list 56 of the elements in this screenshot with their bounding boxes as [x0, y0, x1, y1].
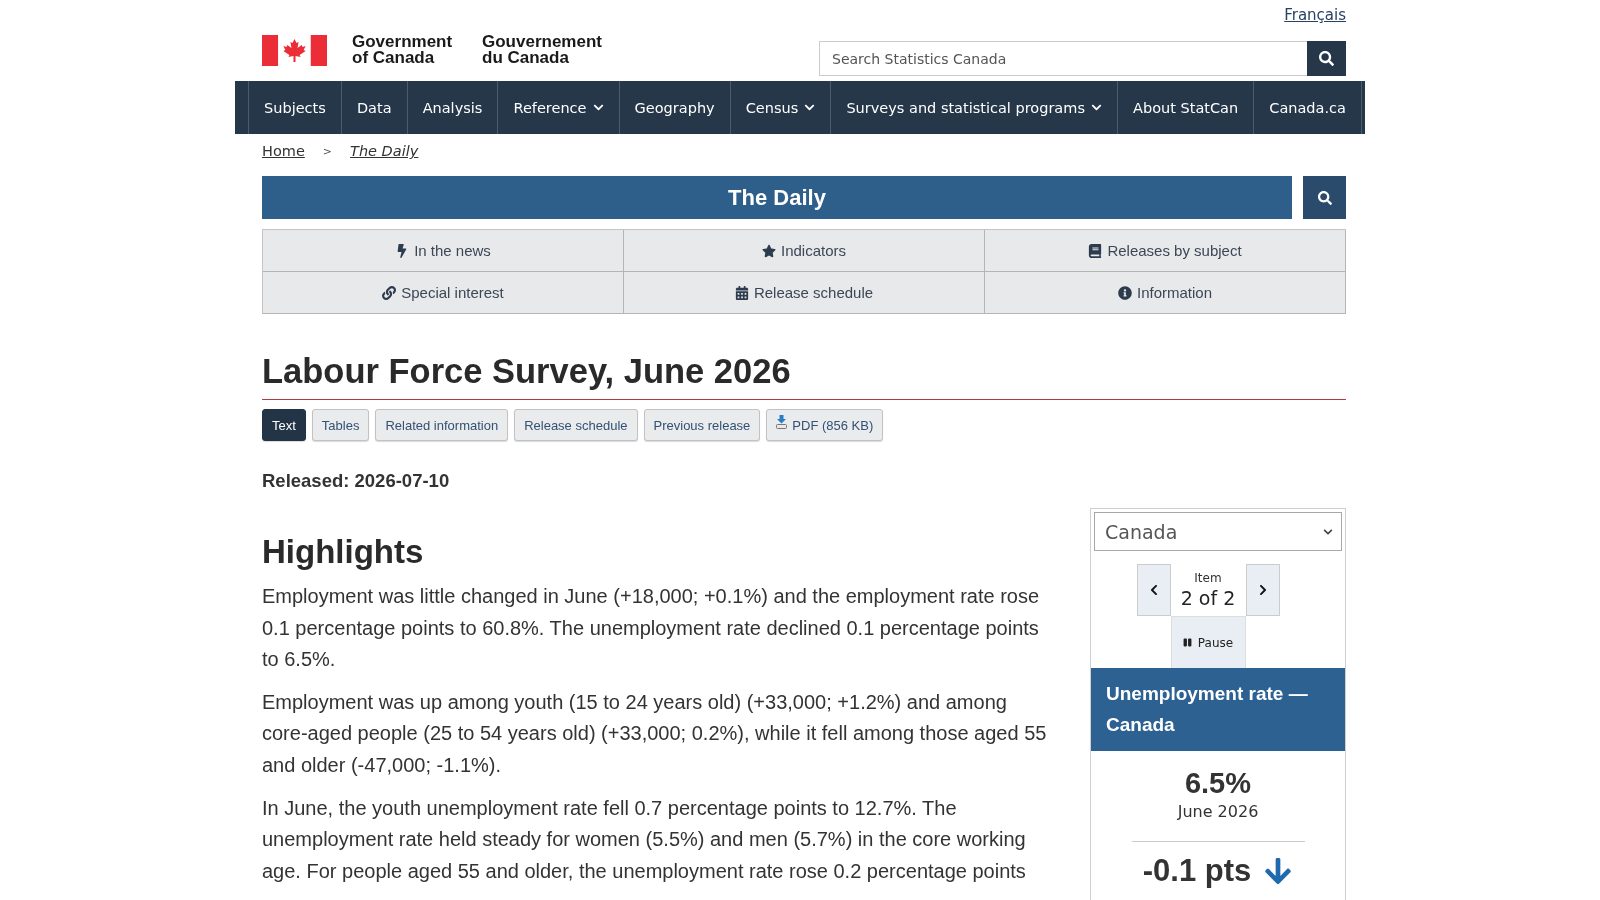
carousel-label: Item [1194, 571, 1222, 585]
highlight-paragraph: In June, the youth unemployment rate fell 0.7 percentage points to 12.7%. The unemployment rate held steady for women (5.5%) and men (5.7%) in the core working age. For people aged 55 and older, the unemployment rate rose 0.2 percentage points [262, 795, 1027, 884]
document-tab[interactable]: Previous release [643, 409, 761, 441]
link-icon [382, 285, 397, 300]
daily-menu-link[interactable]: In the news [263, 230, 624, 272]
government-wordmark: Government of Canada [352, 34, 454, 66]
document-tab[interactable]: Related information [375, 409, 509, 441]
info-icon [1117, 285, 1132, 300]
daily-menu-link[interactable]: Releases by subject [985, 230, 1346, 272]
section-heading: Highlights [262, 532, 425, 572]
star-icon [761, 243, 776, 258]
nav-menu-item[interactable]: Subjects [248, 81, 341, 134]
search-field[interactable]: Search Statistics Canada [819, 41, 1307, 76]
daily-menu-link[interactable]: Special interest [263, 272, 624, 314]
breadcrumb-separator: > [322, 144, 333, 158]
document-tab[interactable]: Text [262, 409, 306, 441]
carousel-position: 2 of 2 [1180, 587, 1236, 609]
search-icon [1317, 190, 1332, 205]
document-tab[interactable]: PDF (856 KB) [766, 409, 884, 441]
nav-menu-item[interactable]: Surveys and statistical programs [830, 81, 1117, 134]
daily-menu-link[interactable]: Release schedule [624, 272, 985, 314]
region-select[interactable]: Canada [1094, 512, 1342, 551]
nav-menu-item[interactable]: Data [340, 81, 407, 134]
pause-button[interactable]: Pause [1170, 616, 1246, 668]
nav-menu-item[interactable]: Reference [497, 81, 619, 134]
breadcrumb-link[interactable]: The Daily [350, 143, 419, 159]
calendar-icon [734, 285, 749, 300]
search-button[interactable] [1303, 176, 1346, 219]
nav-menu-item[interactable]: Canada.ca [1253, 81, 1362, 134]
highlight-paragraph: Employment was little changed in June (+18,000; +0.1%) and the employment rate rose 0.1 percentage points to 60.8%. The unemployment rate declined 0.1 percentage points to 6.5%. [262, 584, 1041, 673]
indicator-title: Unemployment rate — Canada [1091, 668, 1345, 751]
daily-menu-link[interactable]: Information [985, 272, 1346, 314]
document-tab[interactable]: Release schedule [514, 409, 638, 441]
nav-menu-item[interactable]: Census [729, 81, 831, 134]
government-wordmark: Gouvernement du Canada [482, 34, 603, 66]
indicator-change: -0.1 pts [1142, 852, 1252, 890]
pause-icon [1182, 638, 1192, 647]
highlight-paragraph: Employment was up among youth (15 to 24 years old) (+33,000; +1.2%) and among core-aged people (25 to 54 years old) (+33,000; 0.2%), while it fell among those aged 55 and older (-47,000; -1.1%). [262, 689, 1048, 778]
search-button[interactable] [1307, 41, 1346, 76]
document-tab[interactable]: Tables [311, 409, 370, 441]
nav-menu-item[interactable]: Geography [618, 81, 730, 134]
nav-menu-item[interactable]: Analysis [406, 81, 498, 134]
breadcrumb-link[interactable]: Home [262, 143, 305, 159]
indicator-period: June 2026 [1177, 801, 1259, 823]
indicator-value: 6.5% [1184, 766, 1252, 800]
release-date: Released: 2026-07-10 [262, 469, 451, 493]
chevron-down-icon [1323, 526, 1333, 537]
daily-menu-link[interactable]: Indicators [624, 230, 985, 272]
language-link[interactable]: Français [1284, 6, 1346, 24]
book-icon [1088, 243, 1103, 258]
canada-flag-icon [262, 34, 327, 66]
page-title: Labour Force Survey, June 2026 [262, 348, 1346, 400]
download-icon [776, 415, 788, 429]
search-icon [1319, 51, 1334, 66]
daily-banner: The Daily [262, 176, 1292, 219]
nav-menu-item[interactable]: About StatCan [1117, 81, 1254, 134]
